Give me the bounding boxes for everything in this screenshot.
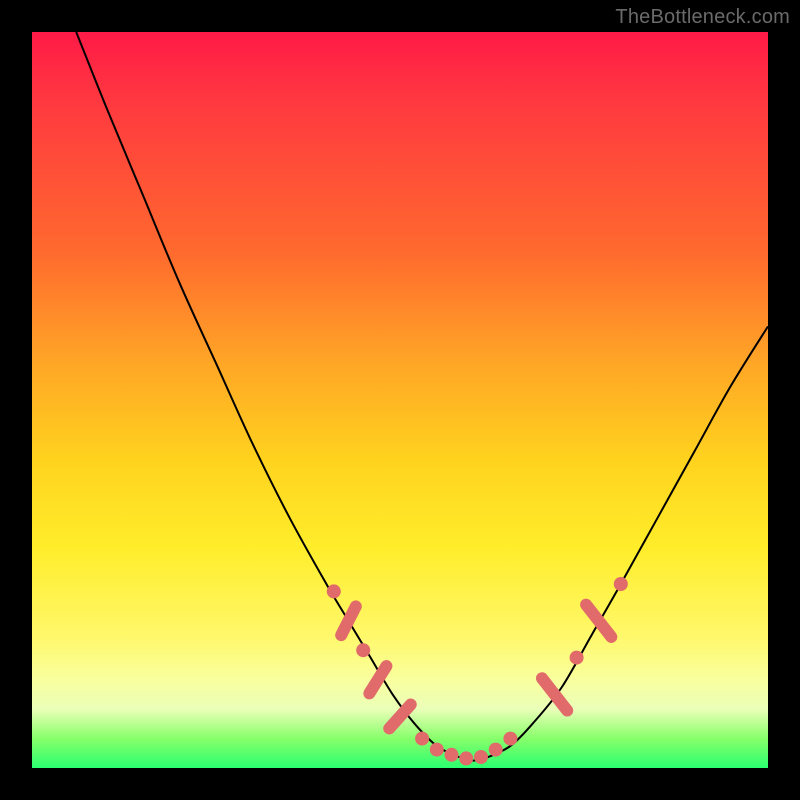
- curve-marker-pill: [361, 658, 395, 702]
- curve-marker-dot: [327, 584, 341, 598]
- curve-marker-pill: [578, 596, 620, 645]
- curve-marker-dot: [489, 743, 503, 757]
- curve-marker-dot: [445, 748, 459, 762]
- plot-area: [32, 32, 768, 768]
- curve-path: [76, 32, 768, 761]
- curve-marker-pill: [381, 696, 419, 737]
- curve-marker-dot: [570, 651, 584, 665]
- curve-marker-pill: [534, 670, 576, 719]
- curve-marker-dot: [474, 750, 488, 764]
- bottleneck-curve: [32, 32, 768, 768]
- curve-marker-dot: [356, 643, 370, 657]
- curve-marker-dot: [415, 732, 429, 746]
- curve-marker-dot: [459, 751, 473, 765]
- curve-marker-dot: [430, 743, 444, 757]
- watermark-text: TheBottleneck.com: [615, 6, 790, 29]
- chart-stage: TheBottleneck.com: [0, 0, 800, 800]
- curve-markers: [327, 577, 628, 765]
- curve-marker-dot: [503, 732, 517, 746]
- curve-marker-dot: [614, 577, 628, 591]
